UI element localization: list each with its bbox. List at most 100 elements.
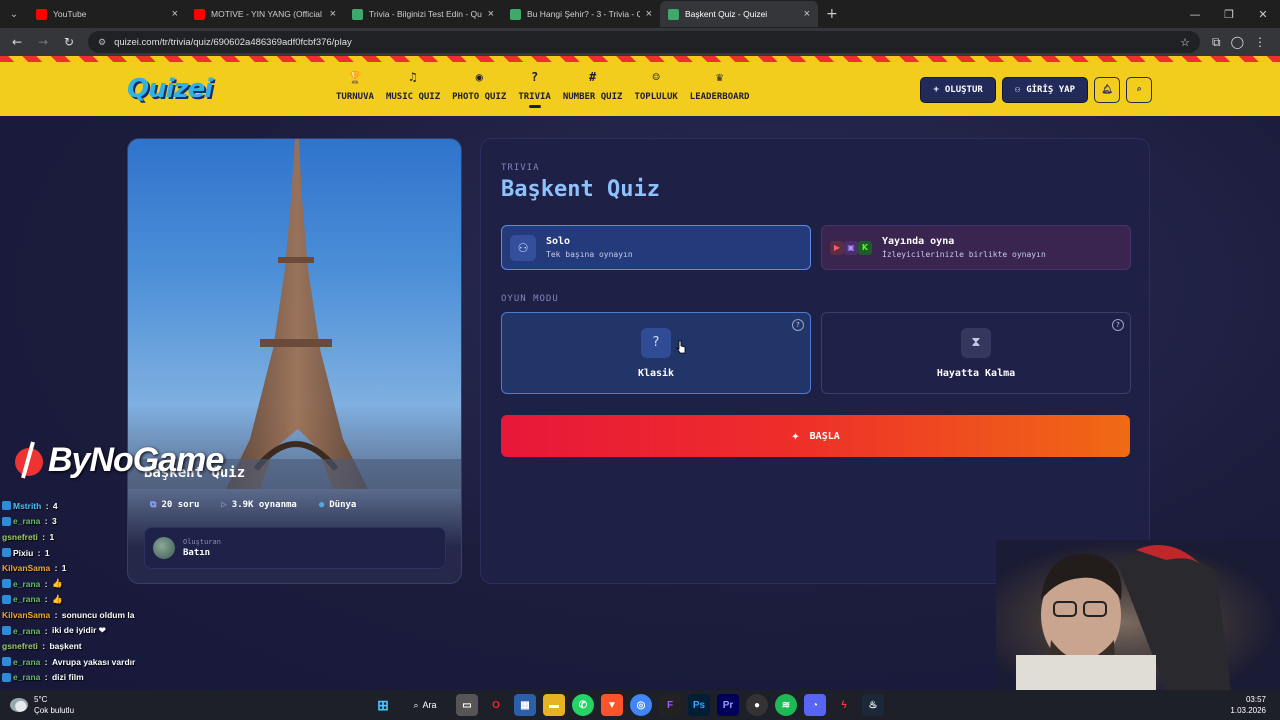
store-icon[interactable]: ▦	[514, 694, 536, 716]
help-icon[interactable]: ?	[1112, 319, 1124, 331]
nav-item-trivia[interactable]: ? TRIVIA	[512, 70, 557, 110]
chrome-icon[interactable]: ◎	[630, 694, 652, 716]
nav-item-photo-quiz[interactable]: ◉ PHOTO QUIZ	[446, 70, 512, 110]
close-tab-icon[interactable]: ×	[804, 8, 810, 20]
nav-item-number-quiz[interactable]: # NUMBER QUIZ	[557, 70, 629, 110]
extensions-icon[interactable]: ⧉	[1212, 35, 1221, 50]
quiz-category: TRIVIA	[501, 163, 540, 173]
chat-text: Avrupa yakası vardır	[51, 656, 136, 667]
chat-text: 3	[51, 516, 57, 527]
play-icon: ▷	[221, 500, 227, 510]
address-bar[interactable]: ⚙ quizei.com/tr/trivia/quiz/690602a48636…	[88, 31, 1200, 53]
chat-user: Mstrith	[13, 500, 42, 511]
webcam-overlay	[996, 540, 1280, 690]
steam-icon[interactable]: ♨	[862, 694, 884, 716]
brave-icon[interactable]: ▼	[601, 694, 623, 716]
reload-icon[interactable]: ↻	[58, 31, 80, 53]
tab-search-icon[interactable]: ⌄	[0, 0, 28, 28]
users-icon: ☺	[652, 70, 660, 84]
close-tab-icon[interactable]: ×	[172, 8, 178, 20]
window-controls: — ❐ ✕	[1178, 0, 1280, 28]
discord-icon[interactable]: ◔	[804, 694, 826, 716]
user-icon: ⚇	[510, 234, 536, 261]
classic-mode-option[interactable]: ? ? Klasik	[501, 312, 811, 394]
chat-badge-icon	[2, 501, 11, 511]
minimize-icon[interactable]: —	[1178, 0, 1212, 28]
chat-user: e_rana	[13, 594, 41, 605]
new-tab-button[interactable]: +	[826, 6, 838, 22]
user-icon: ⚇	[1014, 85, 1021, 95]
profile-icon[interactable]: ◯	[1231, 35, 1244, 50]
nav-item-music-quiz[interactable]: ♫ MUSIC QUIZ	[380, 70, 446, 110]
app-red-icon[interactable]: ϟ	[833, 694, 855, 716]
chat-message: Pixiu : 1	[2, 545, 182, 561]
menu-icon[interactable]: ⋮	[1254, 35, 1266, 50]
forward-icon[interactable]: →	[32, 31, 54, 53]
browser-tab[interactable]: MOTIVE - YIN YANG (Official M ×	[186, 1, 344, 27]
hourglass-icon: ⧗	[961, 327, 991, 358]
chat-message: e_rana : 3	[2, 514, 182, 530]
start-button[interactable]: ✦ BAŞLA	[501, 415, 1130, 457]
tab-title: Bu Hangi Şehir? - 3 - Trivia - Qu	[527, 9, 640, 19]
create-button[interactable]: + OLUŞTUR	[920, 77, 996, 103]
help-icon[interactable]: ?	[792, 319, 804, 331]
premiere-icon[interactable]: Pr	[717, 694, 739, 716]
search-icon: ⌕	[1136, 85, 1142, 95]
favicon-icon	[36, 8, 47, 20]
back-icon[interactable]: ←	[6, 31, 28, 53]
chat-text: 1	[61, 563, 67, 574]
login-button[interactable]: ⚇ GİRİŞ YAP	[1001, 77, 1088, 103]
notifications-button[interactable]: 🔔︎	[1094, 77, 1120, 103]
close-window-icon[interactable]: ✕	[1246, 0, 1280, 28]
solo-mode-button[interactable]: ⚇ Solo Tek başına oynayın	[501, 225, 811, 270]
weather-widget[interactable]: 5°C Çok bulutlu	[10, 694, 74, 716]
close-tab-icon[interactable]: ×	[646, 8, 652, 20]
site-logo[interactable]: Quizei	[127, 74, 213, 104]
stream-chat: Mstrith : 4 e_rana : 3 gsnefreti : 1 Pixiu …	[2, 498, 182, 685]
spotify-icon[interactable]: ≋	[775, 694, 797, 716]
browser-tab[interactable]: Trivia - Bilginizi Test Edin - Quiz ×	[344, 1, 502, 27]
chat-message: e_rana : Avrupa yakası vardır	[2, 654, 182, 670]
site-info-icon[interactable]: ⚙	[98, 37, 106, 48]
chat-text: 1	[49, 531, 55, 542]
chat-user: Pixiu	[13, 547, 34, 558]
sparkle-icon: ✦	[791, 428, 800, 444]
nav-item-turnuva[interactable]: 🏆 TURNUVA	[330, 70, 380, 110]
restore-icon[interactable]: ❐	[1212, 0, 1246, 28]
chat-text: başkent	[49, 641, 82, 652]
search-button[interactable]: ⌕	[1126, 77, 1152, 103]
figma-icon[interactable]: F	[659, 694, 681, 716]
chat-message: e_rana : 👍	[2, 592, 182, 608]
obs-icon[interactable]: ●	[746, 694, 768, 716]
taskbar-clock[interactable]: 03:57 1.03.2026	[1230, 694, 1266, 716]
browser-tab[interactable]: YouTube ×	[28, 1, 186, 27]
windows-start-icon[interactable]: ⊞	[372, 694, 394, 716]
bookmark-star-icon[interactable]: ☆	[1180, 36, 1190, 49]
chat-badge-icon	[2, 657, 11, 667]
nav-item-leaderboard[interactable]: ♛ LEADERBOARD	[684, 70, 756, 110]
close-tab-icon[interactable]: ×	[330, 8, 336, 20]
close-tab-icon[interactable]: ×	[488, 8, 494, 20]
stream-mode-button[interactable]: ▶ ▣ K Yayında oyna İzleyicilerinizle bir…	[821, 225, 1131, 270]
chat-message: gsnefreti : başkent	[2, 641, 82, 652]
task-view-icon[interactable]: ▭	[456, 694, 478, 716]
hash-icon: #	[589, 70, 597, 84]
favicon-icon	[668, 8, 679, 20]
opera-icon[interactable]: O	[485, 694, 507, 716]
survival-mode-option[interactable]: ? ⧗ Hayatta Kalma	[821, 312, 1131, 394]
nav-item-topluluk[interactable]: ☺ TOPLULUK	[628, 70, 683, 110]
chat-text: 👍	[51, 593, 63, 604]
browser-tab[interactable]: Bu Hangi Şehir? - 3 - Trivia - Qu ×	[502, 1, 660, 27]
main-nav: 🏆 TURNUVA ♫ MUSIC QUIZ ◉ PHOTO QUIZ? TRIVIA # NU…	[330, 70, 755, 110]
url-text: quizei.com/tr/trivia/quiz/690602a486369a…	[114, 36, 352, 48]
question-icon: ?	[530, 70, 539, 84]
browser-tab[interactable]: Başkent Quiz - Quizei ×	[660, 1, 818, 27]
chat-user: gsnefreti	[2, 531, 38, 542]
folder-icon[interactable]: ▬	[543, 694, 565, 716]
creator-box[interactable]: Oluşturan Batın	[144, 527, 446, 569]
camera-icon: ◉	[475, 70, 483, 84]
photoshop-icon[interactable]: Ps	[688, 694, 710, 716]
taskbar-search[interactable]: ⌕ Ara	[401, 694, 449, 716]
whatsapp-icon[interactable]: ✆	[572, 694, 594, 716]
eiffel-tower-image	[128, 139, 461, 489]
